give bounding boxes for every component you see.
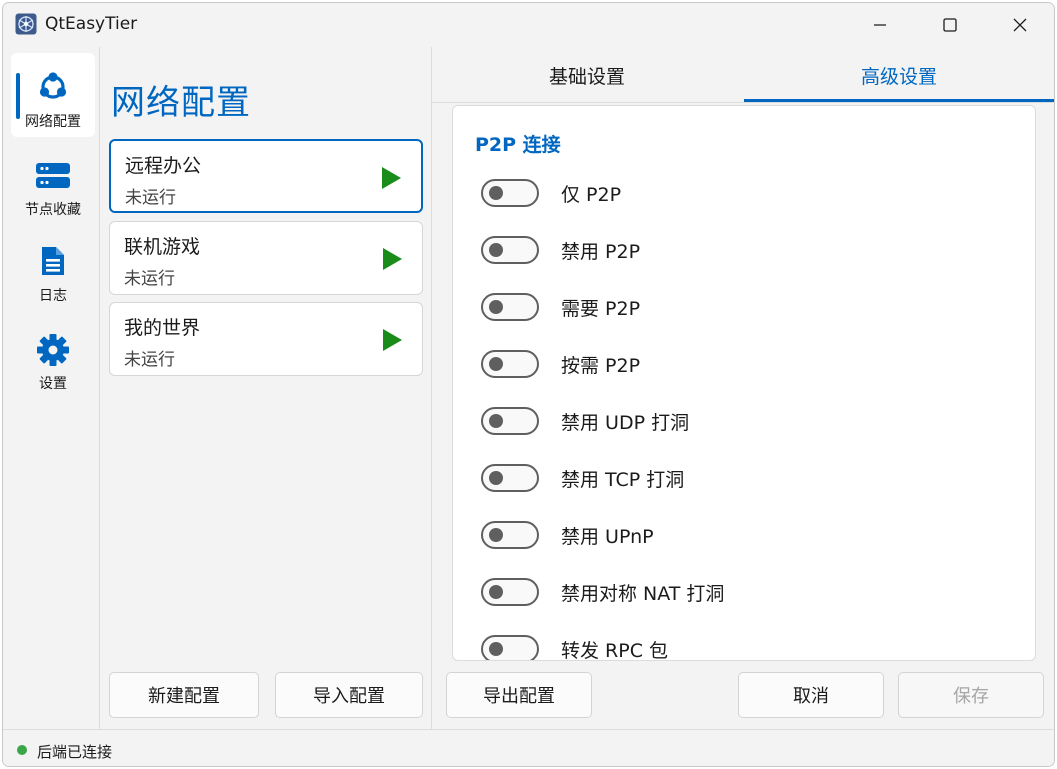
option-disable-upnp: 禁用 UPnP xyxy=(481,519,1001,551)
toggle-switch[interactable] xyxy=(481,407,539,435)
gear-icon xyxy=(37,334,69,366)
nav-item-logs[interactable]: 日志 xyxy=(11,227,95,311)
config-status: 未运行 xyxy=(124,269,175,289)
nav-label: 日志 xyxy=(39,288,67,304)
option-label: 仅 P2P xyxy=(561,184,622,206)
option-label: 需要 P2P xyxy=(561,298,641,320)
maximize-icon xyxy=(943,18,957,32)
option-label: 禁用 UPnP xyxy=(561,526,654,548)
config-name: 联机游戏 xyxy=(124,236,201,258)
config-card-minecraft[interactable]: 我的世界 未运行 xyxy=(109,302,423,376)
close-icon xyxy=(1013,18,1027,32)
toggle-switch[interactable] xyxy=(481,578,539,606)
play-icon[interactable] xyxy=(380,247,404,271)
minimize-button[interactable] xyxy=(845,3,915,47)
config-status: 未运行 xyxy=(125,188,176,208)
config-card-remote-office[interactable]: 远程办公 未运行 xyxy=(109,139,423,213)
option-label: 禁用 TCP 打洞 xyxy=(561,469,685,491)
toggle-switch[interactable] xyxy=(481,179,539,207)
status-bar: 后端已连接 xyxy=(3,729,1054,766)
toggle-switch[interactable] xyxy=(481,521,539,549)
toggle-switch[interactable] xyxy=(481,635,539,660)
export-config-button[interactable]: 导出配置 xyxy=(446,672,592,718)
nav-item-network-config[interactable]: 网络配置 xyxy=(11,53,95,137)
network-icon xyxy=(39,72,67,99)
option-label: 转发 RPC 包 xyxy=(561,640,669,661)
app-window: QtEasyTier 网络配置 节点收藏 日志 设置 网络配置 远程办公 未运行… xyxy=(2,2,1055,767)
side-nav: 网络配置 节点收藏 日志 设置 xyxy=(3,47,100,729)
cancel-button[interactable]: 取消 xyxy=(738,672,884,718)
option-label: 禁用 P2P xyxy=(561,241,641,263)
title-bar: QtEasyTier xyxy=(3,3,1054,47)
option-forward-rpc-packets: 转发 RPC 包 xyxy=(481,633,1001,661)
app-logo-icon xyxy=(15,13,37,35)
settings-tabs: 基础设置 高级设置 xyxy=(432,47,1054,103)
play-icon[interactable] xyxy=(379,166,403,190)
nav-item-node-favorites[interactable]: 节点收藏 xyxy=(11,141,95,225)
advanced-settings-card: P2P 连接 仅 P2P 禁用 P2P 需要 P2P 按需 P2P 禁用 UDP… xyxy=(452,105,1036,661)
option-label: 禁用 UDP 打洞 xyxy=(561,412,690,434)
save-button[interactable]: 保存 xyxy=(898,672,1044,718)
option-p2p-only: 仅 P2P xyxy=(481,177,1001,209)
option-label: 按需 P2P xyxy=(561,355,641,377)
server-icon xyxy=(36,163,70,188)
tab-basic-settings[interactable]: 基础设置 xyxy=(432,47,742,103)
toggle-switch[interactable] xyxy=(481,350,539,378)
nav-label: 节点收藏 xyxy=(25,202,81,218)
section-title: P2P 连接 xyxy=(475,134,561,156)
config-name: 我的世界 xyxy=(124,317,201,339)
option-label: 禁用对称 NAT 打洞 xyxy=(561,583,725,605)
option-disable-tcp-hole-punching: 禁用 TCP 打洞 xyxy=(481,462,1001,494)
page-title: 网络配置 xyxy=(111,83,251,123)
play-icon[interactable] xyxy=(380,328,404,352)
window-title: QtEasyTier xyxy=(45,14,138,34)
config-card-online-gaming[interactable]: 联机游戏 未运行 xyxy=(109,221,423,295)
config-name: 远程办公 xyxy=(125,155,202,177)
option-on-demand-p2p: 按需 P2P xyxy=(481,348,1001,380)
new-config-button[interactable]: 新建配置 xyxy=(109,672,259,718)
config-status: 未运行 xyxy=(124,350,175,370)
toggle-switch[interactable] xyxy=(481,236,539,264)
minimize-icon xyxy=(874,24,886,26)
nav-label: 设置 xyxy=(39,376,67,392)
connection-status-dot xyxy=(17,745,27,755)
option-disable-p2p: 禁用 P2P xyxy=(481,234,1001,266)
active-tab-indicator xyxy=(744,99,1054,102)
option-disable-udp-hole-punching: 禁用 UDP 打洞 xyxy=(481,405,1001,437)
import-config-button[interactable]: 导入配置 xyxy=(275,672,423,718)
tab-advanced-settings[interactable]: 高级设置 xyxy=(744,47,1054,103)
maximize-button[interactable] xyxy=(915,3,985,47)
status-text: 后端已连接 xyxy=(37,743,113,761)
toggle-switch[interactable] xyxy=(481,464,539,492)
option-require-p2p: 需要 P2P xyxy=(481,291,1001,323)
config-list-panel: 网络配置 远程办公 未运行 联机游戏 未运行 我的世界 未运行 新建配置 导入配… xyxy=(101,47,431,729)
toggle-switch[interactable] xyxy=(481,293,539,321)
nav-label: 网络配置 xyxy=(25,114,81,130)
close-button[interactable] xyxy=(985,3,1054,47)
option-disable-symmetric-nat-hole-punching: 禁用对称 NAT 打洞 xyxy=(481,576,1001,608)
document-icon xyxy=(42,247,64,275)
nav-item-settings[interactable]: 设置 xyxy=(11,315,95,399)
settings-panel: 基础设置 高级设置 P2P 连接 仅 P2P 禁用 P2P 需要 P2P 按需 … xyxy=(431,47,1054,729)
